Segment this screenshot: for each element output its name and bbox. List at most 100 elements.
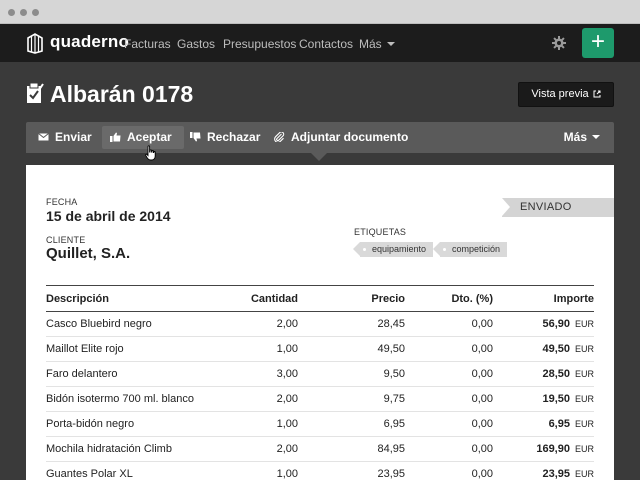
accept-label: Aceptar xyxy=(127,130,172,144)
toolbar-pointer-notch xyxy=(311,153,327,161)
cell-price: 23,95 xyxy=(298,461,405,480)
nav-more-label: Más xyxy=(359,37,382,51)
table-header-row: Descripción Cantidad Precio Dto. (%) Imp… xyxy=(46,285,594,312)
currency-label: EUR xyxy=(574,369,594,379)
cell-discount: 0,00 xyxy=(405,436,493,462)
cell-price: 49,50 xyxy=(298,336,405,362)
table-row: Maillot Elite rojo 1,00 49,50 0,00 49,50… xyxy=(46,336,594,362)
cell-amount: 19,50 EUR xyxy=(493,386,594,412)
clipboard-check-icon xyxy=(27,82,44,103)
table-row: Mochila hidratación Climb 2,00 84,95 0,0… xyxy=(46,436,594,462)
browser-chrome xyxy=(0,0,640,24)
toolbar-more-label: Más xyxy=(563,130,587,144)
reject-button[interactable]: Rechazar xyxy=(190,122,260,153)
cell-discount: 0,00 xyxy=(405,336,493,362)
attach-document-button[interactable]: Adjuntar documento xyxy=(274,122,408,153)
client-label: CLIENTE xyxy=(46,235,86,245)
cell-quantity: 2,00 xyxy=(236,311,298,337)
nav-more-menu[interactable]: Más xyxy=(359,37,395,51)
cell-price: 9,75 xyxy=(298,386,405,412)
cell-amount: 49,50 EUR xyxy=(493,336,594,362)
window-maximize-dot[interactable] xyxy=(32,9,39,16)
currency-label: EUR xyxy=(574,394,594,404)
cell-discount: 0,00 xyxy=(405,461,493,480)
cell-discount: 0,00 xyxy=(405,361,493,387)
column-header-price: Precio xyxy=(298,285,405,312)
cell-quantity: 2,00 xyxy=(236,436,298,462)
cell-description: Porta-bidón negro xyxy=(46,411,236,437)
quaderno-logo-icon[interactable] xyxy=(26,32,44,54)
cell-description: Faro delantero xyxy=(46,361,236,387)
document-sheet: FECHA 15 de abril de 2014 CLIENTE Quille… xyxy=(26,165,614,480)
cell-price: 6,95 xyxy=(298,411,405,437)
page-title: Albarán 0178 xyxy=(50,81,194,107)
status-badge: ENVIADO xyxy=(502,198,614,217)
amount-value: 169,90 xyxy=(536,443,570,455)
top-navbar: quaderno Facturas Gastos Presupuestos Co… xyxy=(0,24,640,62)
table-row: Bidón isotermo 700 ml. blanco 2,00 9,75 … xyxy=(46,386,594,412)
cell-description: Casco Bluebird negro xyxy=(46,311,236,337)
cell-price: 84,95 xyxy=(298,436,405,462)
chevron-down-icon xyxy=(386,42,395,46)
accept-button[interactable]: Aceptar xyxy=(102,126,184,149)
reject-label: Rechazar xyxy=(207,130,261,144)
external-link-icon xyxy=(593,90,601,98)
amount-value: 56,90 xyxy=(542,318,570,330)
client-name[interactable]: Quillet, S.A. xyxy=(46,245,130,262)
nav-facturas[interactable]: Facturas xyxy=(124,37,171,51)
send-button[interactable]: Enviar xyxy=(38,122,92,153)
cell-quantity: 1,00 xyxy=(236,411,298,437)
currency-label: EUR xyxy=(574,319,594,329)
cell-discount: 0,00 xyxy=(405,386,493,412)
cell-discount: 0,00 xyxy=(405,411,493,437)
amount-value: 28,50 xyxy=(542,368,570,380)
line-items-table: Descripción Cantidad Precio Dto. (%) Imp… xyxy=(46,285,594,480)
amount-value: 49,50 xyxy=(542,343,570,355)
column-header-quantity: Cantidad xyxy=(236,285,298,312)
toolbar-more-menu[interactable]: Más xyxy=(564,122,600,153)
cell-description: Maillot Elite rojo xyxy=(46,336,236,362)
tag-competicion[interactable]: competición xyxy=(432,242,508,257)
amount-value: 6,95 xyxy=(548,418,570,430)
column-header-description: Descripción xyxy=(46,285,236,312)
column-header-amount: Importe xyxy=(493,285,594,312)
cell-amount: 6,95 EUR xyxy=(493,411,594,437)
cell-amount: 28,50 EUR xyxy=(493,361,594,387)
cell-description: Bidón isotermo 700 ml. blanco xyxy=(46,386,236,412)
nav-gastos[interactable]: Gastos xyxy=(177,37,215,51)
table-row: Faro delantero 3,00 9,50 0,00 28,50 EUR xyxy=(46,361,594,387)
brand-name[interactable]: quaderno xyxy=(50,32,129,52)
currency-label: EUR xyxy=(574,469,594,479)
table-row: Porta-bidón negro 1,00 6,95 0,00 6,95 EUR xyxy=(46,411,594,437)
window-minimize-dot[interactable] xyxy=(20,9,27,16)
column-header-discount: Dto. (%) xyxy=(405,285,493,312)
chevron-down-icon xyxy=(592,135,600,139)
paperclip-icon xyxy=(274,132,285,142)
add-new-button[interactable]: + xyxy=(582,28,614,58)
cell-amount: 56,90 EUR xyxy=(493,311,594,337)
preview-button[interactable]: Vista previa xyxy=(518,82,614,107)
hand-pointer-cursor-icon xyxy=(145,145,156,161)
currency-label: EUR xyxy=(574,419,594,429)
amount-value: 23,95 xyxy=(542,468,570,480)
cell-price: 28,45 xyxy=(298,311,405,337)
cell-description: Guantes Polar XL xyxy=(46,461,236,480)
window-close-dot[interactable] xyxy=(8,9,15,16)
amount-value: 19,50 xyxy=(542,393,570,405)
attach-document-label: Adjuntar documento xyxy=(291,130,409,144)
currency-label: EUR xyxy=(574,344,594,354)
tag-equipamiento[interactable]: equipamiento xyxy=(352,242,434,257)
nav-presupuestos[interactable]: Presupuestos xyxy=(223,37,296,51)
tags-label: ETIQUETAS xyxy=(354,227,407,237)
send-label: Enviar xyxy=(55,130,92,144)
cell-price: 9,50 xyxy=(298,361,405,387)
gear-icon[interactable] xyxy=(551,35,567,51)
table-row: Casco Bluebird negro 2,00 28,45 0,00 56,… xyxy=(46,311,594,337)
envelope-icon xyxy=(38,133,49,141)
cell-amount: 169,90 EUR xyxy=(493,436,594,462)
thumbs-down-icon xyxy=(190,132,201,142)
cell-amount: 23,95 EUR xyxy=(493,461,594,480)
nav-contactos[interactable]: Contactos xyxy=(299,37,353,51)
cell-quantity: 3,00 xyxy=(236,361,298,387)
document-toolbar: Enviar Aceptar Rechazar Adjuntar documen… xyxy=(26,122,614,153)
